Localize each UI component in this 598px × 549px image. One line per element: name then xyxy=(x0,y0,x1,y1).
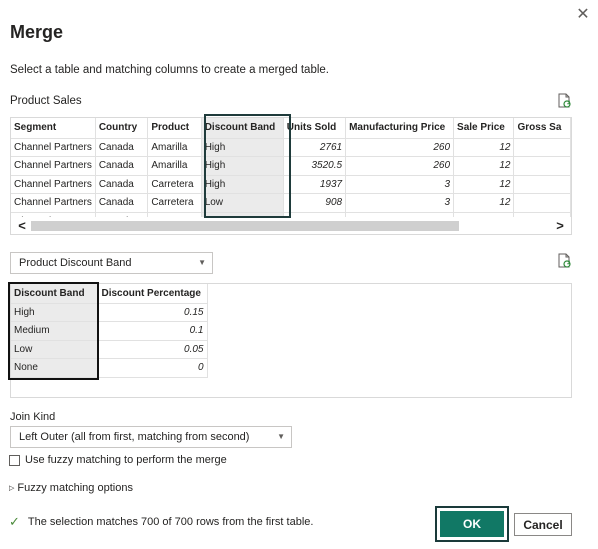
table-cell: Canada xyxy=(95,156,149,176)
checkmark-icon: ✓ xyxy=(9,514,20,529)
join-kind-label: Join Kind xyxy=(10,411,56,423)
table-cell: Amarilla xyxy=(147,156,202,176)
table-cell: Medium xyxy=(11,321,99,341)
table-cell: 12 xyxy=(453,193,515,213)
column-header[interactable]: Discount Percentage xyxy=(98,284,208,304)
fuzzy-matching-checkbox[interactable] xyxy=(9,454,20,466)
column-header[interactable]: Sale Price xyxy=(453,118,515,139)
table-cell: 2761 xyxy=(283,138,347,157)
table-row: Channel Partners Canada Amarilla High 3520.5… xyxy=(11,156,571,176)
chevron-down-icon: ▼ xyxy=(198,258,206,267)
column-header[interactable]: Gross Sa xyxy=(513,118,571,139)
table-row: Medium 0.1 xyxy=(11,321,208,341)
table-cell: Channel Partners xyxy=(11,175,96,194)
column-header[interactable]: Units Sold xyxy=(283,118,347,139)
table-cell: 260 xyxy=(345,138,455,157)
table-cell xyxy=(513,193,571,213)
second-table-dropdown[interactable]: Product Discount Band ▼ xyxy=(10,252,213,274)
table-cell xyxy=(513,175,571,194)
close-icon[interactable]: ✕ xyxy=(574,6,592,24)
fuzzy-matching-options-toggle[interactable]: ▷ Fuzzy matching options xyxy=(9,482,133,494)
table-cell: High xyxy=(201,175,284,194)
table-row: Channel Partners Canada Carretera Low 908 3 12 xyxy=(11,193,571,213)
table-cell: Canada xyxy=(95,138,149,157)
table-cell: High xyxy=(201,156,284,176)
expand-triangle-icon: ▷ xyxy=(9,485,15,492)
ok-button-highlight: OK xyxy=(435,506,509,542)
table-cell: Carretera xyxy=(147,175,202,194)
table-cell: High xyxy=(201,138,284,157)
table-cell: 260 xyxy=(345,156,455,176)
column-header[interactable]: Product xyxy=(147,118,202,139)
table-cell: Carretera xyxy=(147,193,202,213)
column-header[interactable]: Discount Band xyxy=(11,284,99,304)
column-header[interactable]: Segment xyxy=(11,118,96,139)
table-row: Channel Partners Canada Amarilla High 2761 26… xyxy=(11,138,571,157)
table-cell: 3 xyxy=(345,193,455,213)
column-header[interactable]: Manufacturing Price xyxy=(345,118,455,139)
scrollbar-thumb[interactable] xyxy=(31,221,459,231)
second-table-dropdown-value: Product Discount Band xyxy=(19,257,132,269)
scroll-right-icon[interactable]: > xyxy=(551,217,569,235)
first-table-label: Product Sales xyxy=(10,95,82,107)
refresh-preview-icon[interactable] xyxy=(556,93,572,109)
table-cell: Channel Partners xyxy=(11,156,96,176)
table-cell: None xyxy=(11,358,99,378)
table-cell: 3 xyxy=(345,175,455,194)
table-row: None 0 xyxy=(11,358,208,378)
second-table-preview: Discount Band Discount Percentage High 0.1… xyxy=(10,283,572,398)
fuzzy-matching-label: Use fuzzy matching to perform the merge xyxy=(25,454,227,466)
table-cell: Channel Partners xyxy=(11,138,96,157)
column-header[interactable]: Discount Band xyxy=(201,118,284,139)
dialog-description: Select a table and matching columns to c… xyxy=(10,64,329,76)
table-cell: Low xyxy=(201,193,284,213)
table-cell: 12 xyxy=(453,138,515,157)
horizontal-scrollbar[interactable]: < > xyxy=(10,217,572,235)
table-row: Channel Partners Canada Carretera High 1937 3… xyxy=(11,175,571,194)
table-cell: 3520.5 xyxy=(283,156,347,176)
table-cell: 1937 xyxy=(283,175,347,194)
fuzzy-matching-options-label: Fuzzy matching options xyxy=(17,482,133,494)
table-cell: 0 xyxy=(98,358,208,378)
table-row: Low 0.05 xyxy=(11,340,208,359)
column-header[interactable]: Country xyxy=(95,118,149,139)
table-cell: 12 xyxy=(453,175,515,194)
table-row: High 0.15 xyxy=(11,303,208,322)
chevron-down-icon: ▼ xyxy=(277,432,285,441)
ok-button[interactable]: OK xyxy=(440,511,504,537)
scroll-left-icon[interactable]: < xyxy=(13,217,31,235)
table-cell xyxy=(513,138,571,157)
table-cell: High xyxy=(11,303,99,322)
dialog-title: Merge xyxy=(10,22,64,42)
table-cell: 0.15 xyxy=(98,303,208,322)
cancel-button[interactable]: Cancel xyxy=(514,513,572,536)
refresh-preview-icon[interactable] xyxy=(556,253,572,269)
table-cell: 0.05 xyxy=(98,340,208,359)
table-cell: 12 xyxy=(453,156,515,176)
table-cell: Canada xyxy=(95,175,149,194)
join-kind-dropdown[interactable]: Left Outer (all from first, matching fro… xyxy=(10,426,292,448)
table-cell: Low xyxy=(11,340,99,359)
join-kind-value: Left Outer (all from first, matching fro… xyxy=(19,431,250,443)
table-cell: Channel Partners xyxy=(11,193,96,213)
table-cell xyxy=(513,156,571,176)
match-status-text: The selection matches 700 of 700 rows fr… xyxy=(27,516,314,528)
table-cell: Canada xyxy=(95,193,149,213)
table-cell: 0.1 xyxy=(98,321,208,341)
fuzzy-matching-checkbox-row[interactable]: Use fuzzy matching to perform the merge xyxy=(9,454,227,466)
match-status: ✓ The selection matches 700 of 700 rows … xyxy=(9,514,313,530)
table-cell: 908 xyxy=(283,193,347,213)
table-cell: Amarilla xyxy=(147,138,202,157)
